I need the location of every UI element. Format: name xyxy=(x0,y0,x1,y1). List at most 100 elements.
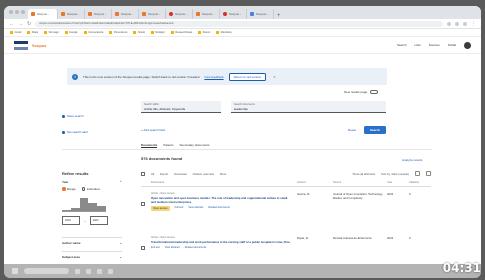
browser-tab[interactable]: Scopus - xyxy=(58,9,85,19)
full-text-link[interactable]: Full text xyxy=(175,206,184,211)
column-year[interactable]: Year xyxy=(387,181,409,184)
year-filter-header[interactable]: Year ⌃ xyxy=(62,180,122,184)
download-button[interactable]: Download xyxy=(174,172,186,176)
search-within-select[interactable]: Search within Article title, Abstract, K… xyxy=(141,101,221,113)
citations-cell[interactable]: 0 xyxy=(409,236,431,250)
toolbar-right: Show all abstracts Sort by: Date (newest… xyxy=(352,171,431,176)
show-abstracts-toggle[interactable]: Show all abstracts xyxy=(352,172,375,176)
subject-area-filter[interactable]: Subject area ⌄ xyxy=(62,251,122,259)
bookmark[interactable]: Redalyc xyxy=(151,31,165,34)
bookmark[interactable]: ResearchGate xyxy=(170,31,192,34)
bookmark[interactable]: Dimensions xyxy=(109,31,127,34)
browser-tab[interactable]: Scopus - xyxy=(28,9,58,19)
start-icon[interactable] xyxy=(12,268,18,274)
full-text-link[interactable]: Full text xyxy=(151,246,160,250)
browser-tab[interactable]: Scopus - xyxy=(220,9,247,19)
source-cell[interactable]: Journal of Open Innovation: Technology, … xyxy=(329,192,387,211)
url-input[interactable]: scopus.com/results/results.uri?sort=plf-… xyxy=(35,20,443,27)
source-cell[interactable]: Revista Cubana de Enfermería xyxy=(329,236,387,250)
save-search-link[interactable]: Save search xyxy=(62,114,88,118)
related-documents-link[interactable]: Related documents xyxy=(185,246,207,250)
author-cell[interactable]: García, M. xyxy=(291,192,329,211)
nav-sources[interactable]: Sources xyxy=(429,43,440,47)
reset-button[interactable]: Reset xyxy=(348,128,356,132)
author-cell[interactable]: Rojas, R. xyxy=(291,236,329,250)
taskbar-search-input[interactable] xyxy=(24,268,69,274)
histogram-bar xyxy=(88,202,98,211)
year-from-input[interactable]: 2016 xyxy=(62,216,80,225)
search-button[interactable]: Search xyxy=(363,126,386,134)
column-authors[interactable]: Authors xyxy=(291,181,329,184)
individual-radio[interactable]: Individual xyxy=(81,187,100,191)
extension-icon[interactable] xyxy=(455,21,459,26)
browser-tab[interactable]: Scopus - xyxy=(85,9,112,19)
column-citations[interactable]: Citations xyxy=(409,181,431,184)
profile-icon[interactable] xyxy=(463,21,467,26)
old-version-button[interactable]: Return to old version xyxy=(228,72,267,81)
sort-select[interactable]: Sort by: Date (newest) xyxy=(381,172,409,176)
browser-tab[interactable]: Scopus - xyxy=(112,9,139,19)
bookmark[interactable]: Convocatoria xyxy=(83,31,103,34)
feedback-link[interactable]: Give feedback xyxy=(204,75,223,79)
column-source[interactable]: Source xyxy=(329,181,387,184)
tab-secondary-documents[interactable]: Secondary documents xyxy=(180,143,210,148)
list-view-icon[interactable] xyxy=(415,171,420,176)
set-alert-link[interactable]: Set search alert xyxy=(62,130,88,134)
browser-tab[interactable]: Scopus - xyxy=(193,9,220,19)
taskbar-app-icon[interactable] xyxy=(97,268,102,274)
citation-overview-button[interactable]: Citation overview xyxy=(193,172,214,176)
bookmark[interactable]: Scielo xyxy=(133,31,145,34)
bookmark[interactable]: Google xyxy=(64,31,78,34)
nav-search[interactable]: Search xyxy=(397,43,407,47)
reload-icon[interactable]: ↻ xyxy=(27,21,31,27)
analyze-results-link[interactable]: Analyze results xyxy=(402,158,422,162)
extension-icon[interactable] xyxy=(447,21,451,26)
bookmark[interactable]: Zotero xyxy=(198,31,210,34)
nav-scival[interactable]: SciVal xyxy=(448,43,456,47)
taskbar-app-icon[interactable] xyxy=(108,268,113,274)
browser-tab[interactable]: Scopus - xyxy=(166,9,193,19)
year-cell: 2022 xyxy=(387,192,394,196)
document-title-link[interactable]: Open innovation and open business models… xyxy=(151,196,291,204)
bookmark[interactable]: Mendeley xyxy=(216,31,232,34)
document-title-link[interactable]: Transformational leadership and work per… xyxy=(151,240,291,244)
add-search-field-button[interactable]: + Add search field xyxy=(141,128,165,132)
back-icon[interactable]: ← xyxy=(9,21,14,27)
select-all-checkbox[interactable] xyxy=(141,171,145,176)
bookmarks-bar: Gmail Maps Scimago Google Convocatoria D… xyxy=(4,29,481,37)
browser-tab[interactable]: Scopus - xyxy=(247,9,274,19)
year-histogram[interactable] xyxy=(62,194,106,212)
row-checkbox[interactable] xyxy=(141,202,145,206)
search-documents-input[interactable]: Search documents leadership xyxy=(231,101,386,113)
new-results-toggle[interactable] xyxy=(370,90,379,94)
view-abstract-link[interactable]: View abstract xyxy=(165,246,180,250)
brand-name[interactable]: Scopus xyxy=(32,43,46,48)
taskbar-app-icon[interactable] xyxy=(86,268,91,274)
more-button[interactable]: More xyxy=(220,172,226,176)
export-button[interactable]: Export xyxy=(160,172,168,176)
bookmark[interactable]: Scimago xyxy=(44,31,59,34)
bookmark[interactable]: Gmail xyxy=(10,31,21,34)
grid-view-icon[interactable] xyxy=(426,171,431,176)
avatar[interactable] xyxy=(464,41,471,49)
range-radio[interactable]: Range xyxy=(62,187,76,191)
row-checkbox[interactable] xyxy=(141,246,145,250)
related-documents-link[interactable]: Related documents xyxy=(208,206,230,211)
nav-lists[interactable]: Lists xyxy=(415,43,421,47)
view-abstract-link[interactable]: View abstract xyxy=(188,206,203,211)
taskbar-app-icon[interactable] xyxy=(75,268,80,274)
table-row: Article • Open access Open innovation an… xyxy=(141,192,431,211)
menu-icon[interactable]: ⋮ xyxy=(471,21,476,27)
browser-tab[interactable]: Scopus - xyxy=(139,9,166,19)
year-to-input[interactable]: 2022 xyxy=(89,216,108,225)
forward-icon[interactable]: → xyxy=(18,21,23,27)
bookmark[interactable]: Maps xyxy=(27,31,38,34)
tab-documents[interactable]: Documents xyxy=(141,143,158,148)
tab-patents[interactable]: Patents xyxy=(163,143,173,148)
elsevier-logo-icon[interactable] xyxy=(14,40,28,50)
citations-cell[interactable]: 0 xyxy=(409,192,431,211)
close-icon[interactable]: × xyxy=(273,74,275,79)
column-documents[interactable]: Documents xyxy=(151,181,291,184)
all-dropdown[interactable]: All xyxy=(151,172,154,176)
author-name-filter[interactable]: Author name ⌄ xyxy=(62,237,122,245)
